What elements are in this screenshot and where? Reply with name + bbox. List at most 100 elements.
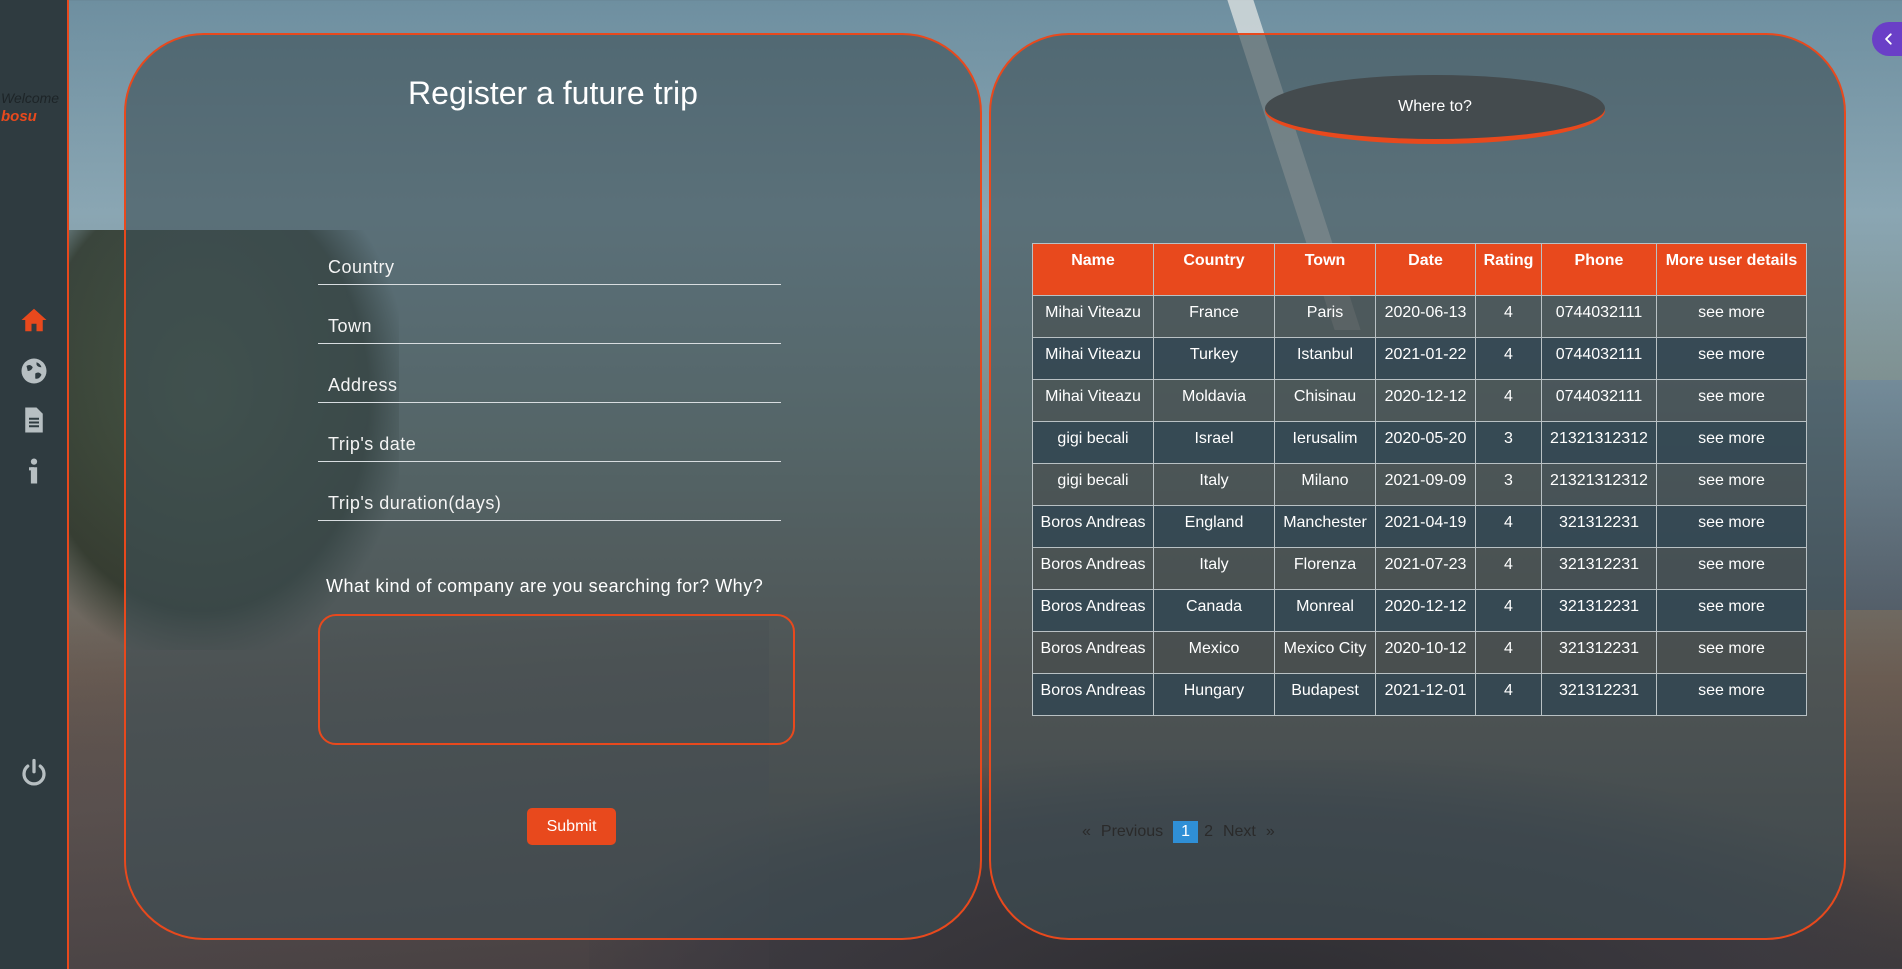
register-trip-panel: Register a future trip Country Town Addr… <box>124 33 982 940</box>
address-field[interactable]: Address <box>318 362 781 403</box>
chevron-left-icon <box>1885 33 1892 45</box>
cell-date: 2021-09-09 <box>1375 463 1476 506</box>
username: bosu <box>1 108 37 125</box>
header-more-details[interactable]: More user details <box>1656 243 1807 296</box>
see-more-link[interactable]: see more <box>1656 421 1807 464</box>
next-page-link[interactable]: Next <box>1223 823 1256 841</box>
cell-country: Mexico <box>1153 631 1275 674</box>
cell-town: Monreal <box>1274 589 1376 632</box>
pagination: « Previous 1 2 Next » <box>1082 821 1285 843</box>
company-textarea[interactable] <box>318 614 795 745</box>
town-field[interactable]: Town <box>318 303 781 344</box>
where-to-button[interactable]: Where to? <box>1265 75 1605 142</box>
first-page-link[interactable]: « <box>1082 823 1091 841</box>
cell-phone: 321312231 <box>1541 547 1657 590</box>
table-row: Boros Andreas Hungary Budapest 2021-12-0… <box>1032 673 1807 716</box>
cell-phone: 321312231 <box>1541 631 1657 674</box>
header-country[interactable]: Country <box>1153 243 1275 296</box>
cell-name: Boros Andreas <box>1032 547 1154 590</box>
document-icon[interactable] <box>17 403 51 437</box>
cell-town: Paris <box>1274 295 1376 338</box>
see-more-link[interactable]: see more <box>1656 589 1807 632</box>
submit-button[interactable]: Submit <box>527 808 616 845</box>
cell-name: Boros Andreas <box>1032 505 1154 548</box>
cell-date: 2021-01-22 <box>1375 337 1476 380</box>
sidebar: Welcome bosu <box>0 0 69 969</box>
cell-phone: 321312231 <box>1541 589 1657 632</box>
trip-date-field[interactable]: Trip's date <box>318 421 781 462</box>
see-more-link[interactable]: see more <box>1656 379 1807 422</box>
cell-town: Milano <box>1274 463 1376 506</box>
cell-phone: 21321312312 <box>1541 421 1657 464</box>
cell-date: 2021-04-19 <box>1375 505 1476 548</box>
trips-table: Name Country Town Date Rating Phone More… <box>1032 243 1807 716</box>
cell-name: Boros Andreas <box>1032 673 1154 716</box>
cell-rating: 4 <box>1475 379 1542 422</box>
trips-panel: Where to? Name Country Town Date Rating … <box>989 33 1846 940</box>
cell-name: Boros Andreas <box>1032 631 1154 674</box>
table-row: Boros Andreas Italy Florenza 2021-07-23 … <box>1032 547 1807 590</box>
trip-duration-field[interactable]: Trip's duration(days) <box>318 480 781 521</box>
table-row: Mihai Viteazu Moldavia Chisinau 2020-12-… <box>1032 379 1807 422</box>
see-more-link[interactable]: see more <box>1656 295 1807 338</box>
see-more-link[interactable]: see more <box>1656 547 1807 590</box>
cell-country: Moldavia <box>1153 379 1275 422</box>
home-icon[interactable] <box>17 303 51 337</box>
cell-town: Manchester <box>1274 505 1376 548</box>
cell-rating: 4 <box>1475 505 1542 548</box>
table-row: Boros Andreas Mexico Mexico City 2020-10… <box>1032 631 1807 674</box>
table-row: Boros Andreas Canada Monreal 2020-12-12 … <box>1032 589 1807 632</box>
cell-phone: 321312231 <box>1541 673 1657 716</box>
cell-rating: 4 <box>1475 631 1542 674</box>
last-page-link[interactable]: » <box>1266 823 1275 841</box>
cell-rating: 4 <box>1475 547 1542 590</box>
see-more-link[interactable]: see more <box>1656 463 1807 506</box>
cell-rating: 3 <box>1475 421 1542 464</box>
cell-rating: 4 <box>1475 673 1542 716</box>
header-rating[interactable]: Rating <box>1475 243 1542 296</box>
cell-rating: 4 <box>1475 337 1542 380</box>
see-more-link[interactable]: see more <box>1656 337 1807 380</box>
country-field[interactable]: Country <box>318 244 781 285</box>
cell-name: gigi becali <box>1032 463 1154 506</box>
cell-town: Chisinau <box>1274 379 1376 422</box>
table-row: Boros Andreas England Manchester 2021-04… <box>1032 505 1807 548</box>
see-more-link[interactable]: see more <box>1656 505 1807 548</box>
header-date[interactable]: Date <box>1375 243 1476 296</box>
see-more-link[interactable]: see more <box>1656 631 1807 674</box>
cell-name: gigi becali <box>1032 421 1154 464</box>
town-placeholder: Town <box>328 316 373 336</box>
see-more-link[interactable]: see more <box>1656 673 1807 716</box>
page-1-button[interactable]: 1 <box>1173 821 1199 843</box>
page-2-link[interactable]: 2 <box>1204 823 1213 841</box>
cell-town: Ierusalim <box>1274 421 1376 464</box>
table-row: gigi becali Italy Milano 2021-09-09 3 21… <box>1032 463 1807 506</box>
cell-country: Italy <box>1153 463 1275 506</box>
trip-duration-placeholder: Trip's duration(days) <box>328 493 502 513</box>
cell-rating: 4 <box>1475 295 1542 338</box>
cell-town: Florenza <box>1274 547 1376 590</box>
cell-name: Mihai Viteazu <box>1032 337 1154 380</box>
cell-country: Hungary <box>1153 673 1275 716</box>
header-town[interactable]: Town <box>1274 243 1376 296</box>
cell-rating: 4 <box>1475 589 1542 632</box>
cell-date: 2020-12-12 <box>1375 589 1476 632</box>
header-phone[interactable]: Phone <box>1541 243 1657 296</box>
trip-date-placeholder: Trip's date <box>328 434 417 454</box>
welcome-text: Welcome <box>1 90 60 106</box>
info-icon[interactable] <box>17 454 51 488</box>
header-name[interactable]: Name <box>1032 243 1154 296</box>
cell-date: 2020-05-20 <box>1375 421 1476 464</box>
globe-icon[interactable] <box>17 354 51 388</box>
form-title: Register a future trip <box>408 75 698 111</box>
collapse-panel-button[interactable] <box>1872 22 1902 56</box>
cell-town: Mexico City <box>1274 631 1376 674</box>
cell-date: 2021-07-23 <box>1375 547 1476 590</box>
previous-page-link[interactable]: Previous <box>1101 823 1163 841</box>
power-icon[interactable] <box>17 756 51 790</box>
table-row: gigi becali Israel Ierusalim 2020-05-20 … <box>1032 421 1807 464</box>
cell-country: England <box>1153 505 1275 548</box>
cell-phone: 21321312312 <box>1541 463 1657 506</box>
cell-town: Istanbul <box>1274 337 1376 380</box>
cell-name: Mihai Viteazu <box>1032 379 1154 422</box>
